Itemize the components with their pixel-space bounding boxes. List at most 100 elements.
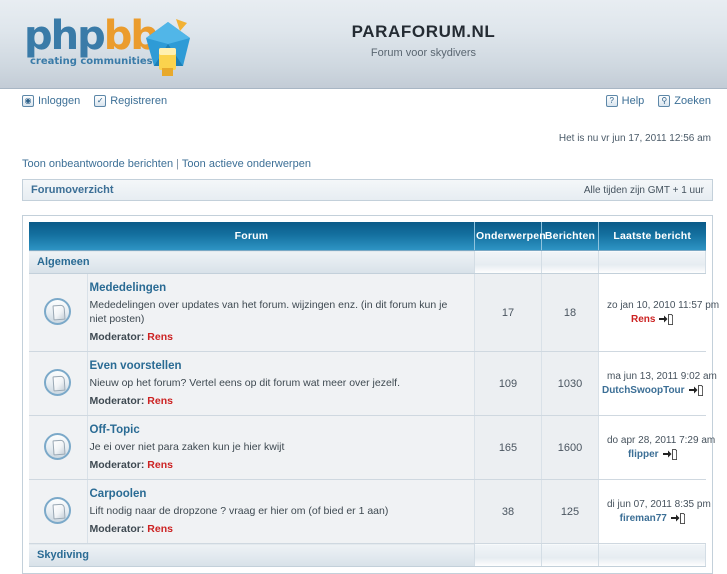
moderator-label: Moderator:: [89, 331, 145, 343]
forum-link-even-voorstellen[interactable]: Even voorstellen: [90, 360, 465, 372]
posts-count: 1600: [541, 415, 599, 480]
quick-links-separator: |: [176, 158, 179, 170]
last-post-date: zo jan 10, 2010 11:57 pm: [607, 300, 720, 311]
forum-icon-cell: [29, 479, 88, 544]
last-post-author-row: Rens: [607, 314, 698, 325]
forum-list-table: Forum Onderwerpen Berichten Laatste beri…: [29, 222, 720, 567]
forum-list-panel: Forum Onderwerpen Berichten Laatste beri…: [22, 215, 720, 574]
forum-link-carpoolen[interactable]: Carpoolen: [90, 488, 465, 500]
table-row: Mededelingen Mededelingen over updates v…: [29, 273, 720, 352]
category-blank-topics: [474, 250, 542, 274]
last-post-cell: zo jan 10, 2010 11:57 pm Rens: [598, 273, 720, 352]
table-row: Even voorstellen Nieuw op het forum? Ver…: [29, 351, 717, 416]
forum-locked-icon: [44, 368, 72, 396]
last-post-cell: di jun 07, 2011 8:35 pm fireman77: [598, 479, 711, 544]
posts-count: 125: [541, 479, 599, 544]
last-post-date: ma jun 13, 2011 9:02 am: [607, 371, 717, 382]
moderator-link[interactable]: Rens: [147, 395, 173, 407]
nav-left-group: ◉ Inloggen ✓ Registreren: [22, 95, 167, 107]
moderator-link[interactable]: Rens: [147, 331, 173, 343]
forum-table-header-row: Forum Onderwerpen Berichten Laatste beri…: [29, 222, 706, 251]
forum-link-off-topic[interactable]: Off-Topic: [90, 424, 465, 436]
table-row: Carpoolen Lift nodig naar de dropzone ? …: [29, 479, 711, 544]
link-unanswered-posts[interactable]: Toon onbeantwoorde berichten: [22, 158, 173, 170]
navigation-bar: ◉ Inloggen ✓ Registreren ? Help ⚲ Zoeken: [0, 89, 727, 124]
goto-last-post-icon[interactable]: [688, 385, 703, 396]
category-blank-posts: [541, 250, 599, 274]
category-title-skydiving[interactable]: Skydiving: [37, 549, 89, 561]
category-blank-last: [598, 250, 706, 274]
forum-description: Mededelingen over updates van het forum.…: [89, 299, 448, 325]
nav-help-label: Help: [621, 95, 645, 107]
topics-count: 165: [474, 415, 542, 480]
last-post-author-link[interactable]: DutchSwoopTour: [602, 385, 685, 396]
nav-item-register[interactable]: ✓ Registreren: [94, 95, 167, 107]
page-title: PARAFORUM.NL: [351, 22, 496, 41]
timezone-label: Alle tijden zijn GMT + 1 uur: [583, 184, 704, 196]
last-post-author-row: DutchSwoopTour: [602, 385, 703, 396]
moderator-line: Moderator: Rens: [90, 523, 465, 535]
category-header-cell: Algemeen: [29, 250, 475, 274]
nav-right-group: ? Help ⚲ Zoeken: [605, 95, 711, 107]
nav-item-help[interactable]: ? Help: [605, 95, 645, 107]
forum-locked-icon: [44, 297, 72, 325]
goto-last-post-icon[interactable]: [662, 449, 677, 460]
goto-last-post-icon[interactable]: [670, 513, 685, 524]
category-header-cell: Skydiving: [29, 543, 475, 567]
register-icon: ✓: [94, 95, 107, 107]
last-post-author-link[interactable]: flipper: [628, 449, 659, 460]
category-row: Algemeen: [29, 250, 706, 274]
category-title-algemeen[interactable]: Algemeen: [37, 256, 90, 268]
posts-count: 18: [541, 273, 599, 352]
category-blank-last: [598, 543, 706, 567]
site-title-block: PARAFORUM.NL Forum voor skydivers: [0, 22, 727, 59]
help-icon: ?: [605, 95, 618, 107]
quick-links: Toon onbeantwoorde berichten | Toon actiev…: [0, 144, 727, 170]
nav-item-login[interactable]: ◉ Inloggen: [22, 95, 80, 107]
last-post-date: do apr 28, 2011 7:29 am: [607, 435, 716, 446]
login-icon: ◉: [22, 95, 34, 107]
forum-icon-cell: [29, 351, 88, 416]
forum-info-cell: Off-Topic Je ei over niet para zaken kun…: [87, 415, 475, 480]
goto-last-post-icon[interactable]: [659, 314, 674, 325]
forum-locked-icon: [44, 432, 72, 460]
last-post-author-link[interactable]: fireman77: [620, 513, 667, 524]
moderator-label: Moderator:: [89, 395, 145, 407]
forum-link-mededelingen[interactable]: Mededelingen: [90, 282, 465, 294]
moderator-line: Moderator: Rens: [90, 395, 465, 407]
forum-icon-cell: [29, 415, 88, 480]
last-post-date: di jun 07, 2011 8:35 pm: [607, 499, 711, 510]
forum-description: Lift nodig naar de dropzone ? vraag er h…: [89, 505, 389, 517]
forum-info-cell: Even voorstellen Nieuw op het forum? Ver…: [87, 351, 475, 416]
breadcrumb-index-link[interactable]: Forumoverzicht: [31, 184, 114, 196]
category-row: Skydiving: [29, 543, 706, 567]
last-post-author-link[interactable]: Rens: [631, 314, 655, 325]
header-forum: Forum: [29, 222, 475, 251]
table-row: Off-Topic Je ei over niet para zaken kun…: [29, 415, 716, 480]
link-active-topics[interactable]: Toon actieve onderwerpen: [182, 158, 311, 170]
forum-info-cell: Carpoolen Lift nodig naar de dropzone ? …: [87, 479, 475, 544]
search-icon: ⚲: [658, 95, 671, 107]
header-last-post: Laatste bericht: [598, 222, 706, 251]
moderator-label: Moderator:: [89, 459, 145, 471]
category-blank-topics: [474, 543, 542, 567]
moderator-label: Moderator:: [89, 523, 145, 535]
nav-register-label: Registreren: [110, 95, 168, 107]
nav-login-label: Inloggen: [38, 95, 81, 107]
moderator-link[interactable]: Rens: [147, 523, 173, 535]
breadcrumb: Forumoverzicht Alle tijden zijn GMT + 1 …: [22, 179, 713, 201]
last-post-author-row: flipper: [607, 449, 698, 460]
forum-locked-icon: [44, 496, 72, 524]
moderator-line: Moderator: Rens: [90, 331, 465, 343]
forum-info-cell: Mededelingen Mededelingen over updates v…: [87, 273, 475, 352]
nav-item-search[interactable]: ⚲ Zoeken: [658, 95, 711, 107]
header-topics: Onderwerpen: [474, 222, 546, 251]
moderator-link[interactable]: Rens: [147, 459, 173, 471]
last-post-author-row: fireman77: [607, 513, 698, 524]
last-post-cell: ma jun 13, 2011 9:02 am DutchSwoopTour: [598, 351, 717, 416]
nav-search-label: Zoeken: [674, 95, 711, 107]
posts-count: 1030: [541, 351, 599, 416]
header-posts: Berichten: [541, 222, 599, 251]
forum-icon-cell: [29, 273, 88, 352]
forum-description: Je ei over niet para zaken kun je hier k…: [89, 441, 285, 453]
